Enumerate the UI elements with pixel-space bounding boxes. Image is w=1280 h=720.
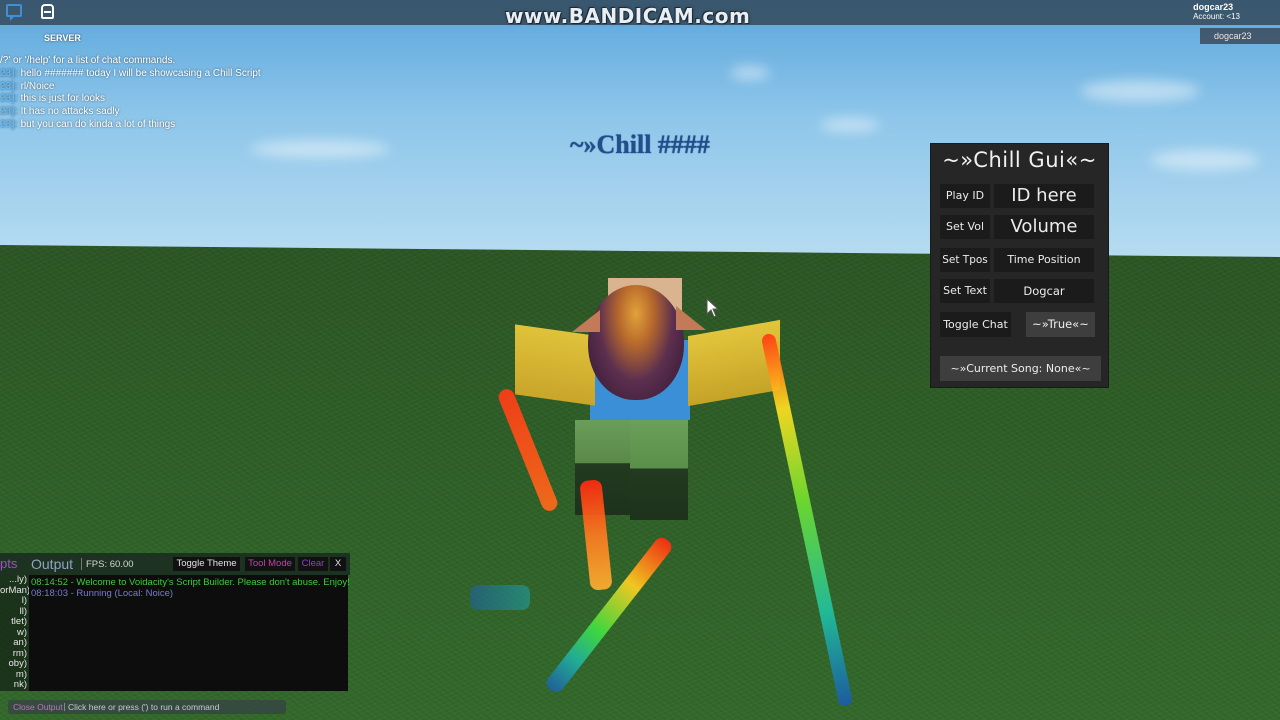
account-name: dogcar23	[1193, 2, 1234, 12]
close-output-button[interactable]: Close Output	[13, 700, 63, 714]
log-entry: 08:14:52 - Welcome to Voidacity's Script…	[31, 577, 350, 588]
gui-title: ~»Chill Gui«~	[942, 148, 1097, 172]
roblox-topbar: www.BANDICAM.com dogcar23 Account: <13	[0, 0, 1280, 28]
cloud	[1150, 150, 1260, 170]
scripts-list: ...ly) orMan) l) ll) tlet) w) an) rm) ob…	[0, 575, 29, 691]
time-position-input[interactable]: Time Position	[994, 248, 1094, 272]
set-tpos-button[interactable]: Set Tpos	[940, 248, 990, 272]
set-vol-button[interactable]: Set Vol	[940, 215, 990, 239]
rainbow-trail	[470, 585, 530, 610]
script-list-item[interactable]: an)	[0, 637, 29, 649]
output-header: pts Output FPS: 60.00 Toggle Theme Tool …	[0, 553, 350, 575]
script-builder-output: pts Output FPS: 60.00 Toggle Theme Tool …	[0, 553, 350, 691]
command-bar: Close Output Click here or press (') to …	[8, 700, 286, 714]
mouse-cursor-icon	[706, 298, 720, 318]
avatar-left-arm	[515, 324, 595, 406]
script-list-item[interactable]: oby)	[0, 658, 29, 670]
chat-message: /?' or '/help' for a list of chat comman…	[0, 55, 176, 66]
chat-message: 23]: but you can do kinda a lot of thing…	[0, 118, 176, 130]
cloud	[730, 66, 770, 80]
cloud	[820, 118, 880, 132]
account-info: dogcar23 Account: <13	[1193, 2, 1240, 22]
chat-icon[interactable]	[6, 4, 22, 21]
current-song-label: ~»Current Song: None«~	[940, 356, 1101, 381]
close-output-x-button[interactable]: X	[330, 557, 346, 571]
text-input[interactable]: Dogcar	[994, 279, 1094, 303]
overhead-billboard-text: ~»Chill ####	[570, 130, 710, 159]
toggle-chat-button[interactable]: Toggle Chat	[940, 312, 1011, 337]
script-list-item[interactable]: ...ly)	[0, 575, 29, 586]
fps-counter: FPS: 60.00	[86, 559, 134, 570]
output-log: 08:14:52 - Welcome to Voidacity's Script…	[29, 575, 350, 691]
egg-hat-wing-right	[676, 306, 706, 330]
clear-button[interactable]: Clear	[298, 557, 328, 571]
set-text-button[interactable]: Set Text	[940, 279, 990, 303]
script-list-item[interactable]: nk)	[0, 679, 29, 691]
chat-message: 23]: hello ####### today I will be showc…	[0, 67, 261, 79]
script-list-item[interactable]: ption)	[0, 690, 29, 691]
cloud	[250, 140, 390, 158]
chat-message: 23]: It has no attacks sadly	[0, 106, 120, 118]
output-title: Output	[31, 556, 74, 572]
play-id-button[interactable]: Play ID	[940, 184, 990, 208]
toggle-theme-button[interactable]: Toggle Theme	[173, 557, 240, 571]
script-list-item[interactable]: tlet)	[0, 616, 29, 628]
command-input[interactable]: Click here or press (') to run a command	[68, 700, 219, 714]
chat-channel-tab[interactable]: SERVER	[44, 33, 81, 43]
command-bar-divider	[64, 703, 65, 711]
chat-messages: /?' or '/help' for a list of chat comman…	[0, 55, 320, 132]
recording-watermark: www.BANDICAM.com	[505, 4, 751, 28]
chat-message: 23]: rl/Noice	[0, 80, 55, 92]
tool-mode-button[interactable]: Tool Mode	[245, 557, 295, 571]
log-entry: 08:18:03 - Running (Local: Noice)	[31, 588, 174, 599]
account-age: Account: <13	[1193, 12, 1240, 21]
avatar-right-leg	[630, 420, 688, 520]
id-input[interactable]: ID here	[994, 184, 1094, 208]
player-list-entry[interactable]: dogcar23	[1200, 28, 1280, 44]
cloud	[1080, 80, 1200, 102]
chill-gui-panel: ~»Chill Gui«~ Play ID ID here Set Vol Vo…	[931, 144, 1108, 387]
script-list-item[interactable]: l)	[0, 595, 29, 607]
scripts-tab[interactable]: pts	[0, 556, 17, 571]
chat-message: 23]: this is just for looks	[0, 93, 106, 105]
toggle-chat-status: ~»True«~	[1026, 312, 1095, 337]
egg-hat	[588, 285, 684, 400]
volume-input[interactable]: Volume	[994, 215, 1094, 239]
header-divider	[81, 558, 82, 570]
backpack-icon[interactable]	[41, 4, 54, 19]
